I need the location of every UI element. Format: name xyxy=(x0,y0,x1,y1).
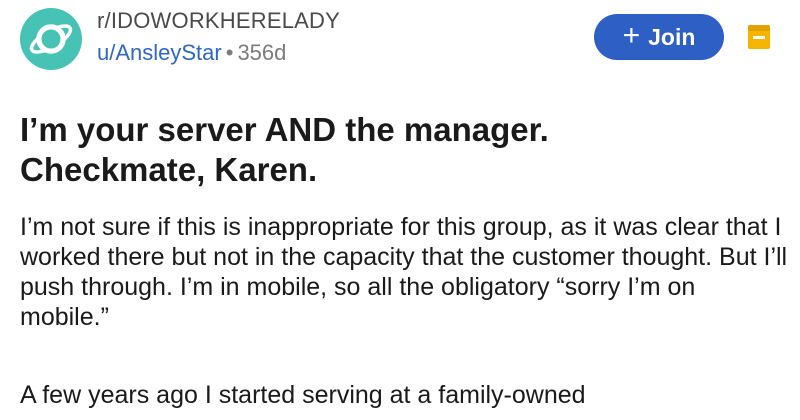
post-meta: r/IDOWORKHERELADY u/AnsleyStar • 356d xyxy=(97,8,340,68)
post-body-paragraph: A few years ago I started serving at a f… xyxy=(20,381,586,409)
bookmark-icon[interactable] xyxy=(747,24,771,50)
plus-icon: + xyxy=(622,18,641,52)
post-title[interactable]: I’m your server AND the manager. Checkma… xyxy=(20,110,780,190)
post-age: 356d xyxy=(237,40,287,65)
post-title-line-2: Checkmate, Karen. xyxy=(20,151,318,188)
subreddit-avatar[interactable] xyxy=(20,8,82,70)
byline-separator: • xyxy=(225,40,234,65)
join-button[interactable]: + Join xyxy=(594,14,724,60)
author-username[interactable]: u/AnsleyStar xyxy=(97,40,222,65)
post-header: r/IDOWORKHERELADY u/AnsleyStar • 356d + Jo… xyxy=(20,8,780,72)
join-button-label: Join xyxy=(648,23,696,50)
planet-icon xyxy=(29,24,73,54)
post-body-paragraph: I’m not sure if this is inappropriate fo… xyxy=(20,213,788,331)
subreddit-name[interactable]: r/IDOWORKHERELADY xyxy=(97,8,340,34)
post-title-line-1: I’m your server AND the manager. xyxy=(20,111,549,148)
post-byline: u/AnsleyStar • 356d xyxy=(97,38,340,68)
